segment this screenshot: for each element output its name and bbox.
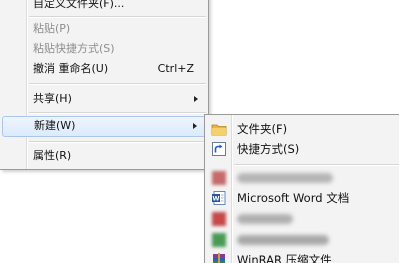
desktop-background: 自定义文件夹(F)... 粘贴(P) 粘贴快捷方式(S) 撤消 重命名(U) C… xyxy=(0,0,399,263)
blurred-label xyxy=(237,235,329,245)
menu-item-properties[interactable]: 属性(R) xyxy=(0,146,208,166)
blurred-label xyxy=(237,173,333,183)
menu-item-new[interactable]: 新建(W) xyxy=(2,116,206,137)
blurred-icon xyxy=(212,171,226,185)
submenu-item-label: WinRAR 压缩文件 xyxy=(237,253,332,263)
submenu-item-blurred[interactable] xyxy=(205,208,399,230)
word-document-icon: W xyxy=(211,190,227,206)
menu-item-undo-rename[interactable]: 撤消 重命名(U) Ctrl+Z xyxy=(0,59,208,79)
submenu-item-winrar-archive[interactable]: WinRAR 压缩文件 xyxy=(205,249,399,263)
new-submenu: 文件夹(F) 快捷方式(S) W Microsoft Word 文档 WinRA… xyxy=(204,114,399,263)
submenu-item-word-document[interactable]: W Microsoft Word 文档 xyxy=(205,187,399,209)
menu-item-shortcut: Ctrl+Z xyxy=(157,62,194,75)
context-menu: 自定义文件夹(F)... 粘贴(P) 粘贴快捷方式(S) 撤消 重命名(U) C… xyxy=(0,0,209,170)
submenu-item-blurred[interactable] xyxy=(205,229,399,251)
menu-separator xyxy=(29,141,206,143)
blurred-icon xyxy=(212,212,226,226)
menu-item-label: 新建(W) xyxy=(34,119,76,132)
blurred-label xyxy=(237,214,293,224)
menu-item-label: 自定义文件夹(F)... xyxy=(33,0,125,10)
submenu-item-shortcut[interactable]: 快捷方式(S) xyxy=(205,138,399,160)
submenu-arrow-icon xyxy=(193,123,197,129)
shortcut-icon xyxy=(211,141,227,157)
submenu-arrow-icon xyxy=(194,96,198,102)
submenu-item-label: Microsoft Word 文档 xyxy=(237,191,350,205)
menu-item-paste-shortcut[interactable]: 粘贴快捷方式(S) xyxy=(0,39,208,59)
submenu-item-blurred[interactable] xyxy=(205,167,399,189)
svg-text:W: W xyxy=(212,195,219,203)
winrar-archive-icon xyxy=(211,252,227,263)
menu-item-label: 共享(H) xyxy=(33,92,72,105)
folder-icon xyxy=(211,121,227,137)
submenu-item-folder[interactable]: 文件夹(F) xyxy=(205,118,399,140)
menu-item-label: 粘贴(P) xyxy=(33,22,71,35)
submenu-item-label: 快捷方式(S) xyxy=(237,142,300,156)
menu-separator xyxy=(29,83,206,85)
menu-separator xyxy=(234,164,399,166)
menu-item-label: 撤消 重命名(U) xyxy=(33,62,109,75)
menu-item-customize-folder[interactable]: 自定义文件夹(F)... xyxy=(0,0,208,14)
menu-item-label: 粘贴快捷方式(S) xyxy=(33,42,115,55)
menu-separator xyxy=(29,16,206,18)
menu-separator xyxy=(29,112,206,114)
menu-item-paste[interactable]: 粘贴(P) xyxy=(0,19,208,39)
menu-item-share[interactable]: 共享(H) xyxy=(0,89,208,109)
submenu-item-label: 文件夹(F) xyxy=(237,122,288,136)
menu-item-label: 属性(R) xyxy=(33,149,72,162)
blurred-icon xyxy=(212,233,226,247)
